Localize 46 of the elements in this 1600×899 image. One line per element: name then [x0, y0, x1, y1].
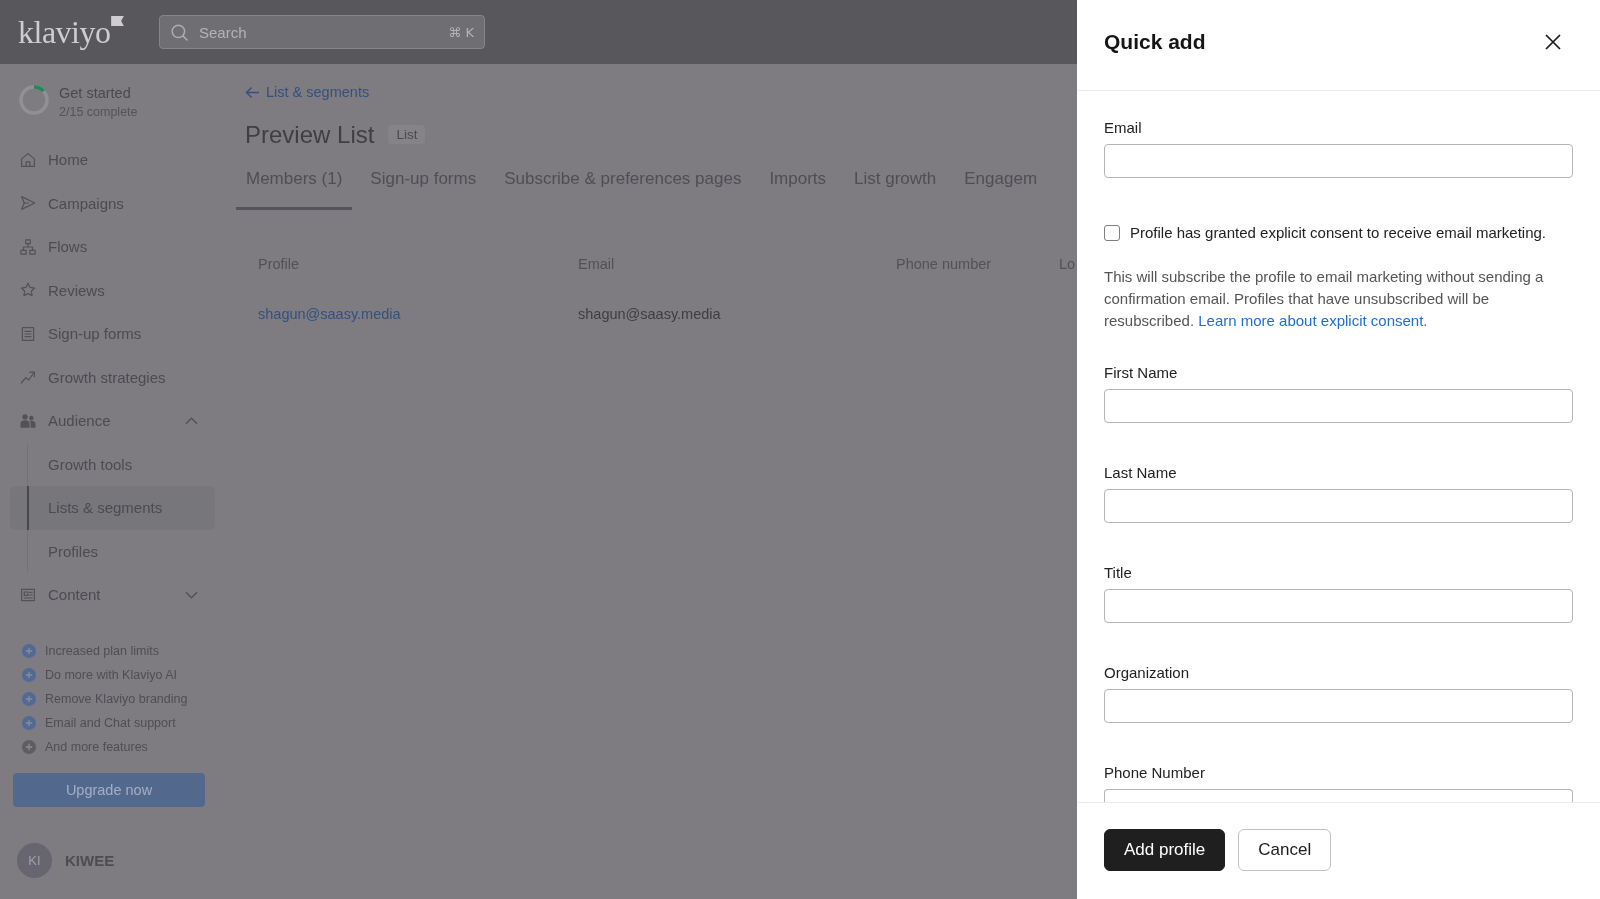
logo-wordmark: klaviyo — [18, 14, 111, 50]
page-title: Preview List — [245, 119, 375, 150]
input-field[interactable] — [1104, 789, 1573, 802]
plus-circle-icon — [22, 715, 36, 730]
close-icon — [1545, 34, 1561, 50]
search-icon — [171, 23, 188, 41]
input-field[interactable] — [1104, 389, 1573, 423]
input-field[interactable] — [1104, 689, 1573, 723]
field-label: Email — [1104, 118, 1143, 138]
flowchart-icon — [19, 237, 37, 256]
form-icon — [19, 324, 37, 343]
avatar[interactable]: KI — [17, 843, 52, 878]
table-cell-text: shagun@saasy.media — [578, 305, 722, 322]
progress-ring — [18, 84, 50, 116]
upgrade-button[interactable]: Upgrade now — [13, 772, 205, 807]
plus-circle-icon — [22, 739, 36, 754]
profile-link[interactable]: shagun@saasy.media — [258, 305, 578, 322]
field-label: Title — [1104, 563, 1133, 583]
search-placeholder: Search — [199, 23, 248, 41]
add-profile-button[interactable]: Add profile — [1104, 829, 1226, 871]
plus-circle-icon — [22, 691, 36, 706]
flag-icon — [111, 16, 125, 26]
type-badge: List — [388, 125, 426, 144]
panel-title: Quick add — [1104, 30, 1206, 54]
back-link[interactable]: List & segments — [245, 82, 370, 102]
arrow-left-icon — [245, 85, 260, 99]
input-field[interactable] — [1104, 144, 1573, 178]
paper-plane-icon — [19, 194, 37, 213]
learn-more-link[interactable]: Learn more about explicit consent. — [1198, 312, 1428, 329]
field-label: Phone Number — [1104, 763, 1206, 783]
field-label: Organization — [1104, 663, 1191, 683]
field-label: Last Name — [1104, 463, 1178, 483]
shortcut-hint: ⌘ K — [448, 24, 474, 40]
checkbox-label[interactable]: Profile has granted explicit consent to receive email marketing. — [1130, 223, 1547, 243]
search-field[interactable]: Search ⌘ K — [159, 15, 485, 49]
home-icon — [19, 150, 37, 169]
plus-circle-icon — [22, 667, 36, 682]
input-field[interactable] — [1104, 589, 1573, 623]
consent-note: This will subscribe the profile to email marketing without sending a confirmation email. Profiles that have unsubscribed will be resubscribed. Learn more about explicit consent. — [1104, 267, 1545, 331]
checkbox[interactable] — [1104, 225, 1120, 241]
plus-circle-icon — [22, 643, 36, 658]
trending-arrow-icon — [19, 368, 37, 387]
field-label: First Name — [1104, 363, 1179, 383]
cancel-button[interactable]: Cancel — [1238, 829, 1332, 871]
people-icon — [19, 411, 37, 430]
input-field[interactable] — [1104, 489, 1573, 523]
